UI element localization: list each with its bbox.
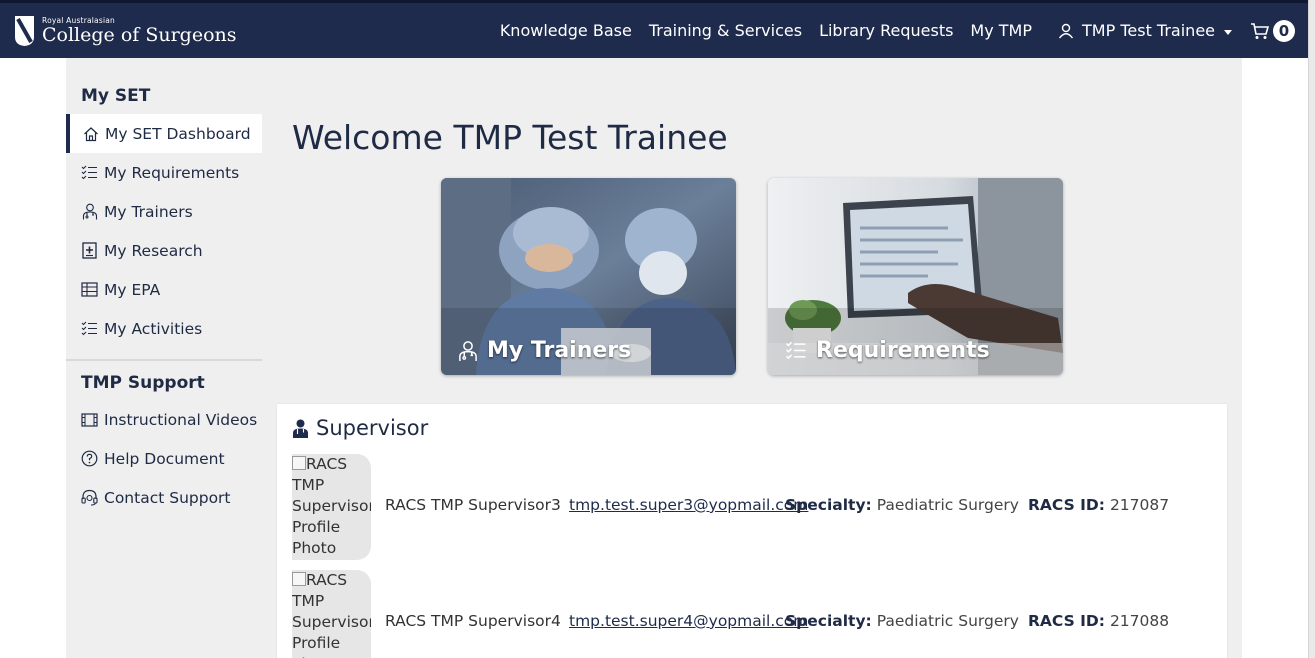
home-icon xyxy=(82,125,99,142)
supervisor-name: RACS TMP Supervisor4 xyxy=(385,612,561,630)
supervisor-card: Supervisor RACS TMP Supervisor3 Profile … xyxy=(277,404,1227,658)
supervisor-photo: RACS TMP Supervisor3 Profile Photo xyxy=(292,454,371,560)
main-nav: Knowledge Base Training & Services Libra… xyxy=(483,3,1295,58)
nav-library-requests[interactable]: Library Requests xyxy=(819,21,953,40)
sidebar-item-label: My Requirements xyxy=(104,163,240,182)
tile-label-text: My Trainers xyxy=(487,338,632,363)
logo-small-text: Royal Australasian xyxy=(42,15,115,25)
user-icon xyxy=(1058,23,1074,38)
trainer-icon xyxy=(81,203,98,220)
sidebar-item-label: Instructional Videos xyxy=(104,410,258,429)
racs-id-label: RACS ID: xyxy=(1028,612,1105,630)
supervisor-racs-id: RACS ID: 217087 xyxy=(1028,496,1169,514)
chevron-down-icon xyxy=(1224,29,1232,35)
user-menu[interactable]: TMP Test Trainee xyxy=(1058,21,1232,40)
checklist-icon xyxy=(785,341,806,360)
supervisor-email-link[interactable]: tmp.test.super4@yopmail.com xyxy=(569,612,808,630)
cart-icon xyxy=(1251,22,1269,39)
logo-big-text: College of Surgeons xyxy=(42,24,237,47)
checklist-icon xyxy=(81,320,98,337)
sidebar-item-label: Help Document xyxy=(104,449,225,468)
specialty-label: Specialty: xyxy=(785,496,872,514)
tile-label-text: Requirements xyxy=(816,338,990,363)
supervisor-heading: Supervisor xyxy=(292,416,428,440)
supervisor-row: RACS TMP Supervisor3 Profile Photo RACS … xyxy=(292,454,1212,560)
supervisor-racs-id: RACS ID: 217088 xyxy=(1028,612,1169,630)
sidebar-item-my-research[interactable]: My Research xyxy=(66,231,262,270)
tile-label: My Trainers xyxy=(458,338,631,363)
trainer-icon xyxy=(459,340,477,361)
sidebar-item-my-trainers[interactable]: My Trainers xyxy=(66,192,262,231)
sidebar-item-label: My Activities xyxy=(104,319,203,338)
page-content: My SET My SET Dashboard My Requirements … xyxy=(66,58,1242,658)
requirements-tile[interactable]: Requirements xyxy=(768,178,1063,375)
supervisor-email-link[interactable]: tmp.test.super3@yopmail.com xyxy=(569,496,808,514)
sidebar: My SET My SET Dashboard My Requirements … xyxy=(66,58,262,517)
specialty-label: Specialty: xyxy=(785,612,872,630)
sidebar-item-help-document[interactable]: Help Document xyxy=(66,439,262,478)
sidebar-item-my-activities[interactable]: My Activities xyxy=(66,309,262,348)
supervisor-name: RACS TMP Supervisor3 xyxy=(385,496,561,514)
checklist-icon xyxy=(81,164,98,181)
broken-image-icon xyxy=(292,456,306,470)
specialty-value: Paediatric Surgery xyxy=(876,496,1019,514)
research-icon xyxy=(81,242,98,259)
racs-crest-icon xyxy=(15,16,34,46)
sidebar-item-label: My Trainers xyxy=(104,202,193,221)
broken-image-icon xyxy=(292,572,306,586)
nav-knowledge-base[interactable]: Knowledge Base xyxy=(500,21,632,40)
sidebar-item-contact-support[interactable]: Contact Support xyxy=(66,478,262,517)
page-title: Welcome TMP Test Trainee xyxy=(292,118,728,157)
sidebar-heading-tmp-support: TMP Support xyxy=(81,373,205,393)
supervisor-specialty: Specialty: Paediatric Surgery xyxy=(785,496,1019,514)
headset-icon xyxy=(81,489,98,506)
page-scrollbar[interactable] xyxy=(1308,0,1315,658)
sidebar-item-label: My SET Dashboard xyxy=(105,124,251,143)
supervisor-photo: RACS TMP Supervisor4 Profile Photo xyxy=(292,570,371,658)
user-name: TMP Test Trainee xyxy=(1082,21,1215,40)
tile-label: Requirements xyxy=(785,338,990,363)
supervisor-row: RACS TMP Supervisor4 Profile Photo RACS … xyxy=(292,570,1212,658)
film-icon xyxy=(81,411,98,428)
sidebar-item-instructional-videos[interactable]: Instructional Videos xyxy=(66,400,262,439)
racs-id-value: 217087 xyxy=(1109,496,1170,514)
specialty-value: Paediatric Surgery xyxy=(876,612,1019,630)
top-navbar: Royal Australasian College of Surgeons K… xyxy=(0,0,1309,58)
sidebar-item-my-set-dashboard[interactable]: My SET Dashboard xyxy=(66,114,262,153)
photo-alt-text: RACS TMP Supervisor3 Profile Photo xyxy=(292,455,371,557)
sidebar-item-label: Contact Support xyxy=(104,488,231,507)
sidebar-item-my-requirements[interactable]: My Requirements xyxy=(66,153,262,192)
sidebar-item-label: My Research xyxy=(104,241,203,260)
nav-my-tmp[interactable]: My TMP xyxy=(970,21,1032,40)
nav-training-services[interactable]: Training & Services xyxy=(649,21,802,40)
cart-button[interactable]: 0 xyxy=(1250,19,1295,42)
help-icon xyxy=(81,450,98,467)
supervisor-specialty: Specialty: Paediatric Surgery xyxy=(785,612,1019,630)
my-trainers-tile[interactable]: My Trainers xyxy=(441,178,736,375)
racs-id-label: RACS ID: xyxy=(1028,496,1105,514)
sidebar-heading-my-set: My SET xyxy=(81,86,151,106)
supervisor-icon xyxy=(293,419,308,438)
racs-id-value: 217088 xyxy=(1109,612,1170,630)
sidebar-divider xyxy=(66,359,262,361)
table-icon xyxy=(81,281,98,298)
sidebar-item-my-epa[interactable]: My EPA xyxy=(66,270,262,309)
racs-logo[interactable]: Royal Australasian College of Surgeons xyxy=(14,15,237,47)
sidebar-item-label: My EPA xyxy=(104,280,161,299)
cart-count-badge: 0 xyxy=(1273,19,1295,42)
supervisor-title: Supervisor xyxy=(316,416,429,440)
